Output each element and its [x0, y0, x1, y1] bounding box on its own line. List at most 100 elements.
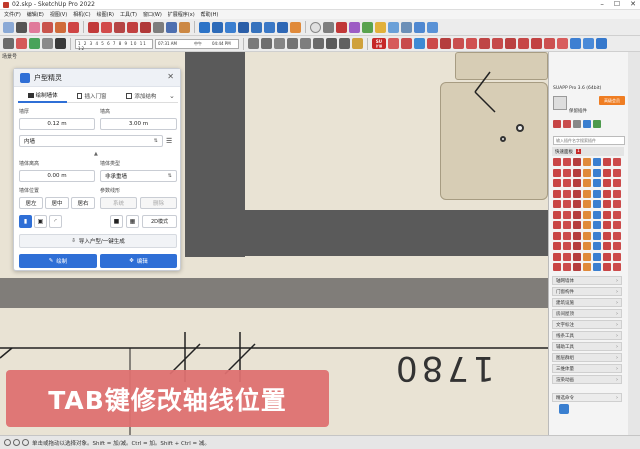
floor-icon[interactable]: [531, 38, 542, 49]
plugin-tool-icon[interactable]: [563, 210, 571, 219]
plugin-tool-icon[interactable]: [603, 168, 611, 177]
plugin-tool-icon[interactable]: [613, 210, 621, 219]
plugin-tool-icon[interactable]: [563, 242, 571, 250]
shaded-icon[interactable]: [29, 38, 40, 49]
plugin-tool-icon[interactable]: [563, 252, 571, 261]
flag-icon[interactable]: [401, 38, 412, 49]
door-tool-icon[interactable]: [492, 38, 503, 49]
menu-draw[interactable]: 绘图(R): [97, 11, 114, 18]
plugin-tool-icon[interactable]: [603, 252, 611, 261]
shape-tool-icon[interactable]: [68, 21, 79, 33]
plugin-tool-icon[interactable]: [593, 168, 601, 177]
xray-icon[interactable]: [16, 38, 27, 49]
plugin-tool-icon[interactable]: [553, 242, 561, 250]
walls-icon[interactable]: [401, 21, 412, 33]
menu-edit[interactable]: 编辑(E): [27, 11, 44, 18]
plugin-tool-icon[interactable]: [593, 263, 601, 271]
plugin-tool-icon[interactable]: [613, 189, 621, 198]
plugin-tool-icon[interactable]: [583, 210, 591, 219]
menu-view[interactable]: 视图(V): [50, 11, 67, 18]
axis-right-button[interactable]: 居右: [71, 197, 95, 209]
plugin-tool-icon[interactable]: [563, 200, 571, 208]
sandbox-icon[interactable]: [388, 21, 399, 33]
edit-button[interactable]: ✥ 编辑: [100, 254, 177, 268]
axis-center-button[interactable]: 居中: [45, 197, 69, 209]
arc-tool-icon[interactable]: [55, 21, 66, 33]
plugin-tool-icon[interactable]: [573, 242, 581, 250]
section-plane-icon[interactable]: [290, 21, 301, 33]
plugin-tool-icon[interactable]: [573, 210, 581, 219]
plugin-tool-icon[interactable]: [613, 179, 621, 187]
settings-icon[interactable]: [573, 120, 581, 128]
plugin-tool-icon[interactable]: [593, 231, 601, 240]
plugin-tool-icon[interactable]: [583, 189, 591, 198]
close-button[interactable]: ✕: [630, 0, 636, 10]
pencil-icon[interactable]: [323, 21, 334, 33]
info-icon[interactable]: [593, 120, 601, 128]
plugin-tool-icon[interactable]: [603, 242, 611, 250]
solar-icon[interactable]: [375, 21, 386, 33]
eraser-icon[interactable]: [29, 21, 40, 33]
menu-help[interactable]: 帮助(H): [201, 11, 219, 18]
mode-grid-button[interactable]: ▦: [126, 215, 139, 228]
select-arrow-icon[interactable]: [16, 21, 27, 33]
plugin-tool-icon[interactable]: [613, 168, 621, 177]
plugin-tool-icon[interactable]: [593, 242, 601, 250]
panel-header[interactable]: 户型精灵 ✕: [14, 69, 180, 87]
scale-icon[interactable]: [127, 21, 138, 33]
lamp-icon[interactable]: [427, 38, 438, 49]
plugin-tool-icon[interactable]: [593, 189, 601, 198]
category-lines[interactable]: 线条工具 ›: [552, 331, 622, 340]
month-ruler[interactable]: 1 2 3 4 5 6 7 8 9 10 11 12: [75, 38, 153, 51]
menu-window[interactable]: 窗口(W): [143, 11, 162, 18]
credits-icon[interactable]: [22, 439, 29, 446]
info-icon[interactable]: [4, 439, 11, 446]
plugin-tool-icon[interactable]: [573, 158, 581, 166]
plugin-tool-icon[interactable]: [613, 242, 621, 250]
axis-left-button[interactable]: 居左: [19, 197, 43, 209]
roof-icon[interactable]: [440, 38, 451, 49]
front-view-icon[interactable]: [274, 38, 285, 49]
category-facilities[interactable]: 建筑设施 ›: [552, 298, 622, 307]
component-icon[interactable]: [349, 21, 360, 33]
view-front-icon[interactable]: [427, 21, 438, 33]
home-icon[interactable]: [553, 120, 561, 128]
plugin-tool-icon[interactable]: [573, 252, 581, 261]
draw-button[interactable]: ✎ 绘制: [19, 254, 97, 268]
category-render[interactable]: 渲染动画 ›: [552, 375, 622, 384]
user-avatar[interactable]: [553, 96, 567, 110]
menu-camera[interactable]: 相机(C): [73, 11, 90, 18]
favorites-icon[interactable]: [563, 120, 571, 128]
minimize-button[interactable]: –: [600, 0, 604, 10]
iso-view-icon[interactable]: [248, 38, 259, 49]
plugin-tool-icon[interactable]: [553, 189, 561, 198]
tab-insert-door[interactable]: 插入门窗: [67, 89, 117, 103]
rotate-icon[interactable]: [114, 21, 125, 33]
ruby-icon[interactable]: [336, 21, 347, 33]
tape-measure-icon[interactable]: [153, 21, 164, 33]
offset-icon[interactable]: [140, 21, 151, 33]
plugin-tool-icon[interactable]: [553, 263, 561, 271]
plugin-tool-icon[interactable]: [583, 231, 591, 240]
label-icon[interactable]: [557, 38, 568, 49]
category-axis-wall[interactable]: 轴网墙体 ›: [552, 276, 622, 285]
plugin-tool-icon[interactable]: [583, 242, 591, 250]
wall-height-input[interactable]: 3.00 m: [100, 118, 177, 130]
plugin-tool-icon[interactable]: [613, 221, 621, 229]
plugin-tool-icon[interactable]: [603, 158, 611, 166]
plugin-tool-icon[interactable]: [553, 210, 561, 219]
plugin-tool-icon[interactable]: [583, 200, 591, 208]
plugin-tool-icon[interactable]: [613, 252, 621, 261]
plugin-tool-icon[interactable]: [573, 179, 581, 187]
paint-bucket-icon[interactable]: [179, 21, 190, 33]
tab-add-structure[interactable]: 添加结构: [116, 89, 166, 103]
plugin-tool-icon[interactable]: [583, 263, 591, 271]
plugin-tool-icon[interactable]: [563, 263, 571, 271]
plugin-tool-icon[interactable]: [563, 221, 571, 229]
plugin-tool-icon[interactable]: [563, 168, 571, 177]
featured-commands-header[interactable]: 精选命令 ›: [552, 393, 622, 402]
category-helpers[interactable]: 辅助工具 ›: [552, 342, 622, 351]
geo-location-icon[interactable]: [13, 439, 20, 446]
search-icon[interactable]: [3, 21, 14, 33]
mode-block-button[interactable]: ■: [110, 215, 123, 228]
